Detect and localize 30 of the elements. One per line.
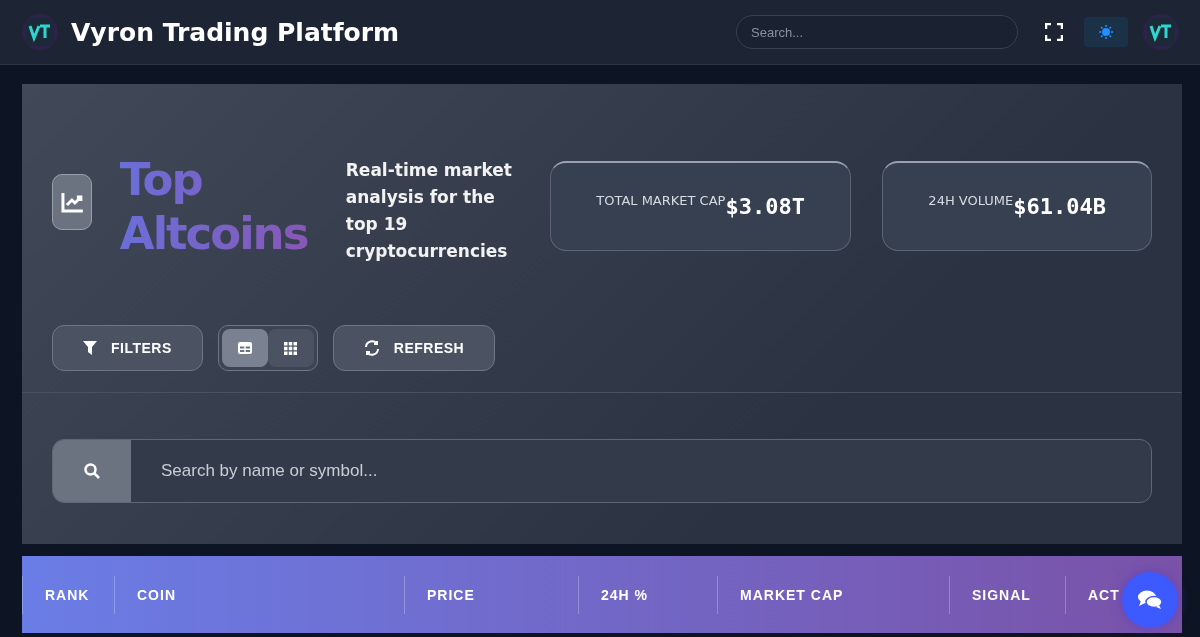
logo-icon[interactable] <box>21 13 59 51</box>
grid-icon <box>284 341 298 355</box>
column-header[interactable]: MARKET CAP <box>740 586 844 603</box>
filter-icon <box>83 341 97 355</box>
refresh-button[interactable]: REFRESH <box>332 325 496 371</box>
column-header[interactable]: RANK <box>45 586 90 603</box>
stat-label: TOTAL MARKET CAP <box>596 193 726 208</box>
fullscreen-button[interactable] <box>1044 22 1064 42</box>
table-view-button[interactable] <box>221 329 268 367</box>
filters-button[interactable]: FILTERS <box>52 325 203 371</box>
table-icon <box>237 342 252 354</box>
stat-value: $3.08T <box>725 194 805 219</box>
column-header[interactable]: 24H % <box>601 586 649 603</box>
search-icon <box>84 463 100 479</box>
app-title: Vyron Trading Platform <box>71 17 401 47</box>
chat-icon <box>1138 590 1162 610</box>
grid-view-button[interactable] <box>267 329 314 367</box>
sun-icon <box>1099 25 1113 39</box>
stat-label: 24H VOLUME <box>928 193 1014 208</box>
search-field[interactable]: Search... <box>736 15 1018 49</box>
page-description: Real-time market analysis for the top 19 cryptocurrencies <box>345 159 513 263</box>
theme-button[interactable] <box>1084 17 1128 47</box>
column-header[interactable]: PRICE <box>427 586 475 603</box>
stat-value: $61.04B <box>1013 194 1106 219</box>
column-header[interactable]: SIGNAL <box>972 586 1031 603</box>
column-header[interactable]: ACT <box>1088 586 1120 603</box>
chart-icon <box>52 174 92 230</box>
refresh-icon <box>363 340 380 356</box>
avatar-icon[interactable] <box>1142 13 1180 51</box>
column-header[interactable]: COIN <box>137 586 176 603</box>
